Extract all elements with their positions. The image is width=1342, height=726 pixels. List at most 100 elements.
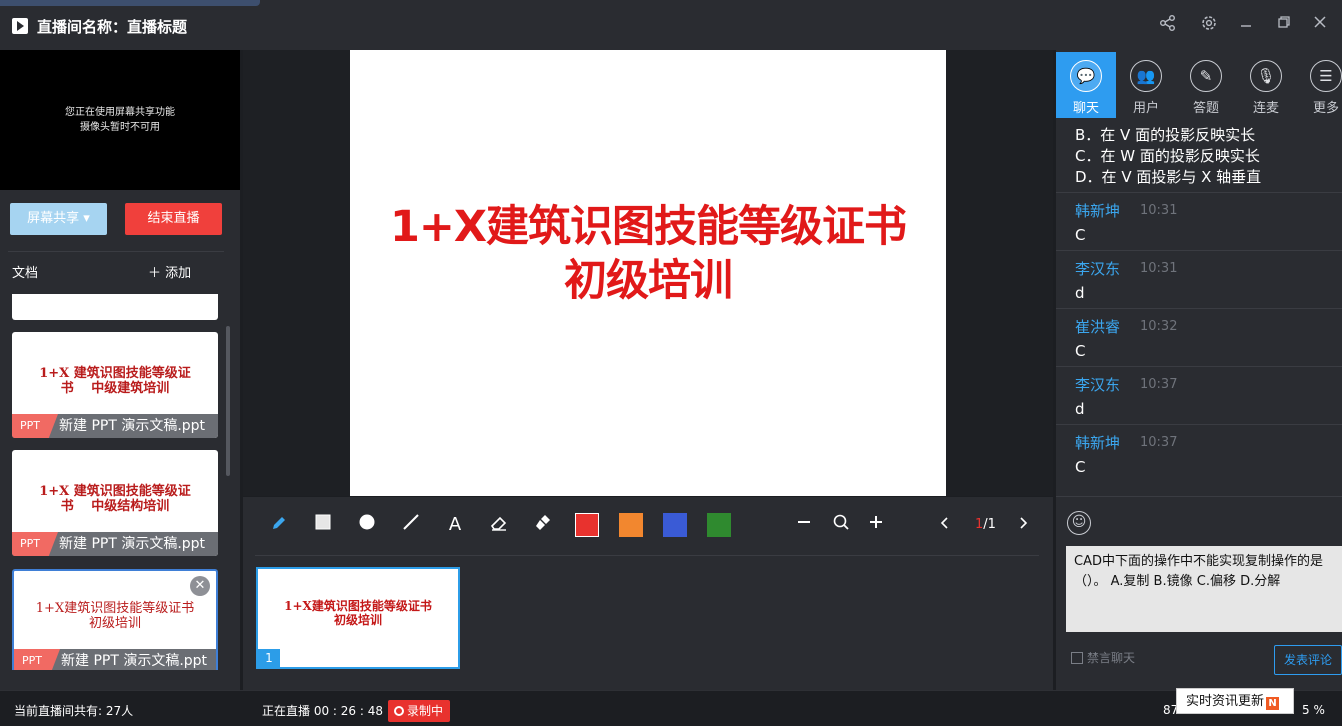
drawing-toolbar: A 1/1 1+X建筑识图技能等级证书 初级培训 1 xyxy=(243,497,1053,690)
camera-preview: 您正在使用屏幕共享功能 摄像头暂时不可用 xyxy=(0,50,240,190)
tab-more[interactable]: ☰ 更多 xyxy=(1296,52,1342,118)
question-option: D．在 V 面投影与 X 轴垂直 xyxy=(1075,168,1262,186)
document-card-selected[interactable]: 1+X建筑识图技能等级证书 初级培训 ✕ PPT 新建 PPT 演示文稿.ppt xyxy=(12,569,218,670)
screen-share-button[interactable]: 屏幕共享 ▾ xyxy=(10,203,107,235)
zoom-out-icon[interactable] xyxy=(792,513,816,537)
message-text: C xyxy=(1075,342,1086,360)
document-card[interactable]: 1+X 建筑识图技能等级证 书 中级建筑培训 PPT 新建 PPT 演示文稿.p… xyxy=(12,332,218,438)
zoom-in-icon[interactable] xyxy=(864,513,888,537)
news-popup[interactable]: 实时资讯更新 N xyxy=(1176,688,1294,714)
chat-icon: 💬 xyxy=(1070,60,1102,92)
document-list[interactable]: 1+X 建筑识图技能等级证 书 中级建筑培训 PPT 新建 PPT 演示文稿.p… xyxy=(0,294,240,670)
next-page-icon[interactable] xyxy=(1011,513,1035,537)
status-bar xyxy=(0,690,1342,726)
side-tabs: 💬 聊天 👥 用户 ✎ 答题 🎙 连麦 ☰ 更多 xyxy=(1056,50,1342,118)
message-time: 10:37 xyxy=(1140,377,1178,392)
page-indicator: 1/1 xyxy=(975,517,996,532)
sender-name[interactable]: 韩新坤 xyxy=(1075,200,1120,221)
restore-icon[interactable] xyxy=(1274,14,1294,34)
settings-icon[interactable] xyxy=(1199,14,1219,34)
remove-document-icon[interactable]: ✕ xyxy=(190,576,210,596)
rectangle-tool-icon[interactable] xyxy=(311,513,335,537)
close-icon[interactable] xyxy=(1310,14,1330,34)
text-tool-icon[interactable]: A xyxy=(443,513,467,537)
slide-title: 1+X建筑识图技能等级证书 初级培训 xyxy=(389,202,907,306)
record-icon xyxy=(394,706,404,716)
right-panel: 💬 聊天 👥 用户 ✎ 答题 🎙 连麦 ☰ 更多 B．在 V 面的投影反映实长 … xyxy=(1056,50,1342,690)
sender-name[interactable]: 李汉东 xyxy=(1075,258,1120,279)
chat-message: 韩新坤 10:31 C xyxy=(1056,192,1342,250)
circle-tool-icon[interactable] xyxy=(355,513,379,537)
slide-number: 1 xyxy=(258,649,280,667)
tab-label: 答题 xyxy=(1192,101,1219,116)
recording-label: 录制中 xyxy=(407,704,444,718)
document-list-scrollbar[interactable] xyxy=(226,326,230,476)
chat-message: 韩新坤 10:37 C xyxy=(1056,424,1342,482)
documents-header: 文档 xyxy=(12,266,39,281)
ppt-tag: PPT xyxy=(14,649,60,670)
color-swatch-green[interactable] xyxy=(707,513,731,537)
tab-mic[interactable]: 🎙 连麦 xyxy=(1236,52,1296,118)
news-label: 实时资讯更新 xyxy=(1186,694,1265,709)
tab-chat[interactable]: 💬 聊天 xyxy=(1056,52,1116,118)
chat-messages[interactable]: B．在 V 面的投影反映实长 C．在 W 面的投影反映实长 D．在 V 面投影与… xyxy=(1056,120,1342,492)
slide-thumbnail[interactable]: 1+X建筑识图技能等级证书 初级培训 1 xyxy=(256,567,460,669)
divider xyxy=(255,555,1039,556)
document-name: 新建 PPT 演示文稿.ppt xyxy=(59,536,206,552)
tab-answer[interactable]: ✎ 答题 xyxy=(1176,52,1236,118)
tab-label: 连麦 xyxy=(1252,101,1279,116)
chat-message: 李汉东 10:31 d xyxy=(1056,250,1342,308)
color-swatch-blue[interactable] xyxy=(663,513,687,537)
document-name: 新建 PPT 演示文稿.ppt xyxy=(61,653,208,669)
message-time: 10:31 xyxy=(1140,261,1178,276)
sender-name[interactable]: 崔洪睿 xyxy=(1075,316,1120,337)
prev-page-icon[interactable] xyxy=(933,513,957,537)
camera-message-line1: 您正在使用屏幕共享功能 xyxy=(65,107,175,118)
share-icon[interactable] xyxy=(1158,14,1178,34)
question-option: C．在 W 面的投影反映实长 xyxy=(1075,147,1260,165)
color-swatch-orange[interactable] xyxy=(619,513,643,537)
mute-chat-checkbox[interactable]: 禁言聊天 xyxy=(1071,649,1135,666)
emoji-bar: ☺ xyxy=(1056,496,1342,544)
tab-users[interactable]: 👥 用户 xyxy=(1116,52,1176,118)
slide-canvas[interactable]: 1+X建筑识图技能等级证书 初级培训 xyxy=(350,50,946,496)
document-card-partial[interactable] xyxy=(12,294,218,320)
checkbox-icon[interactable] xyxy=(1071,652,1083,664)
question-option: B．在 V 面的投影反映实长 xyxy=(1075,126,1256,144)
message-text: d xyxy=(1075,400,1085,418)
document-card[interactable]: 1+X 建筑识图技能等级证 书 中级结构培训 PPT 新建 PPT 演示文稿.p… xyxy=(12,450,218,556)
message-text: C xyxy=(1075,226,1086,244)
message-time: 10:31 xyxy=(1140,203,1178,218)
line-tool-icon[interactable] xyxy=(399,513,423,537)
live-timer: 正在直播 00 : 26 : 48 xyxy=(262,704,383,718)
tab-label: 用户 xyxy=(1132,101,1159,116)
recording-badge[interactable]: 录制中 xyxy=(388,700,450,722)
camera-message-line2: 摄像头暂时不可用 xyxy=(80,122,160,133)
zoom-search-icon[interactable] xyxy=(829,513,853,537)
list-icon: ☰ xyxy=(1310,60,1342,92)
pen-tool-icon[interactable] xyxy=(267,513,291,537)
video-app-icon xyxy=(12,18,28,34)
tab-label: 更多 xyxy=(1312,101,1339,116)
minimize-icon[interactable] xyxy=(1236,14,1256,34)
users-icon: 👥 xyxy=(1130,60,1162,92)
top-accent-stripe xyxy=(0,0,260,6)
post-comment-button[interactable]: 发表评论 xyxy=(1274,645,1342,675)
end-live-button[interactable]: 结束直播 xyxy=(125,203,222,235)
chat-message: 李汉东 10:37 d xyxy=(1056,366,1342,424)
tab-label: 聊天 xyxy=(1072,101,1099,116)
eraser-tool-icon[interactable] xyxy=(487,513,511,537)
color-swatch-red[interactable] xyxy=(575,513,599,537)
clear-brush-icon[interactable] xyxy=(531,513,555,537)
message-text: d xyxy=(1075,284,1085,302)
emoji-icon[interactable]: ☺ xyxy=(1067,511,1091,535)
title-bar: 直播间名称：直播标题 xyxy=(0,0,1342,50)
chat-input[interactable]: CAD中下面的操作中不能实现复制操作的是（）。 A.复制 B.镜像 C.偏移 D… xyxy=(1066,546,1342,632)
document-thumbnail-text: 1+X建筑识图技能等级证书 初级培训 xyxy=(35,601,195,631)
sender-name[interactable]: 李汉东 xyxy=(1075,374,1120,395)
sender-name[interactable]: 韩新坤 xyxy=(1075,432,1120,453)
add-document-button[interactable]: ＋ 添加 xyxy=(148,262,191,281)
message-time: 10:37 xyxy=(1140,435,1178,450)
presentation-viewer: 1+X建筑识图技能等级证书 初级培训 xyxy=(243,50,1053,496)
mute-chat-label: 禁言聊天 xyxy=(1087,651,1136,665)
